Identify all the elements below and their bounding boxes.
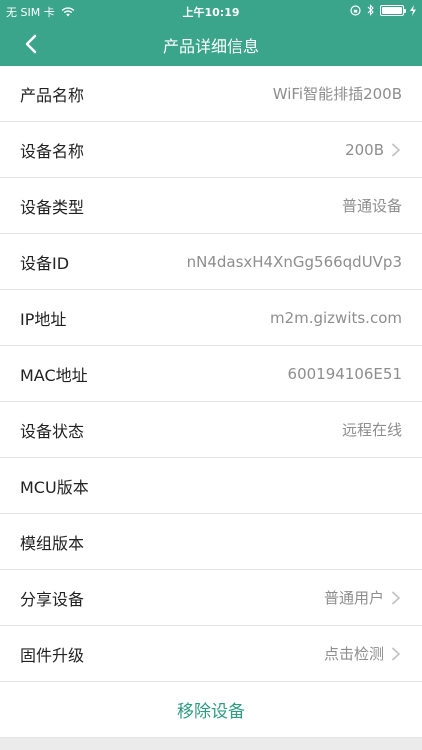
row-device-status: 设备状态 远程在线 [0, 402, 422, 458]
row-label: IP地址 [20, 309, 67, 329]
row-label: 设备名称 [20, 141, 85, 161]
orientation-lock-icon [350, 4, 361, 16]
row-value: 600194106E51 [288, 365, 402, 383]
row-label: 设备状态 [20, 421, 85, 441]
row-label: 设备ID [20, 253, 70, 273]
row-label: 分享设备 [20, 589, 85, 609]
row-label: 设备类型 [20, 197, 85, 217]
chevron-right-icon [392, 143, 400, 156]
chevron-right-icon [392, 647, 400, 660]
value-text: WiFi智能排插200B [272, 85, 402, 103]
row-share-device[interactable]: 分享设备 普通用户 [0, 570, 422, 626]
value-text: nN4dasxH4XnGg566qdUVp3 [186, 252, 402, 271]
header: 无 SIM 卡 上午10:19 产品详细信息 [0, 0, 422, 66]
row-value: WiFi智能排插200B [273, 83, 402, 104]
value-text: 200B [345, 140, 384, 159]
row-mac-address: MAC地址 600194106E51 [0, 346, 422, 402]
value-text: m2m.gizwits.com [269, 308, 402, 327]
row-label: MCU版本 [20, 477, 89, 497]
device-info-list: 产品名称 WiFi智能排插200B 设备名称 200B 设备类型 普通设备 设备… [0, 66, 422, 738]
navigation-bar: 产品详细信息 [0, 22, 422, 66]
value-text: 600194106E51 [287, 364, 402, 383]
status-bar: 无 SIM 卡 上午10:19 [0, 0, 422, 22]
battery-icon [380, 4, 406, 16]
row-device-id: 设备ID nN4dasxH4XnGg566qdUVp3 [0, 234, 422, 290]
row-label: 模组版本 [20, 533, 85, 553]
value-text: 普通用户 [323, 589, 384, 607]
status-right [350, 4, 416, 16]
row-firmware-upgrade[interactable]: 固件升级 点击检测 [0, 626, 422, 682]
row-value: 200B [345, 141, 402, 159]
row-module-version: 模组版本 [0, 514, 422, 570]
value-text: 远程在线 [341, 421, 402, 439]
charging-icon [410, 4, 416, 16]
value-text: 点击检测 [323, 645, 384, 663]
row-ip-address: IP地址 m2m.gizwits.com [0, 290, 422, 346]
remove-device-button[interactable]: 移除设备 [0, 682, 422, 738]
row-value: 远程在线 [342, 419, 402, 440]
value-text: 普通设备 [341, 197, 402, 215]
row-value: m2m.gizwits.com [270, 309, 402, 327]
row-label: MAC地址 [20, 365, 88, 385]
row-label: 产品名称 [20, 85, 85, 105]
bluetooth-icon [367, 4, 374, 16]
row-mcu-version: MCU版本 [0, 458, 422, 514]
row-value: 点击检测 [324, 643, 402, 664]
chevron-right-icon [392, 591, 400, 604]
row-product-name: 产品名称 WiFi智能排插200B [0, 66, 422, 122]
row-label: 固件升级 [20, 645, 85, 665]
page-title: 产品详细信息 [162, 37, 259, 56]
row-value: nN4dasxH4XnGg566qdUVp3 [187, 253, 402, 271]
row-device-type: 设备类型 普通设备 [0, 178, 422, 234]
row-device-name[interactable]: 设备名称 200B [0, 122, 422, 178]
row-value: 普通用户 [324, 587, 402, 608]
row-value: 普通设备 [342, 195, 402, 216]
